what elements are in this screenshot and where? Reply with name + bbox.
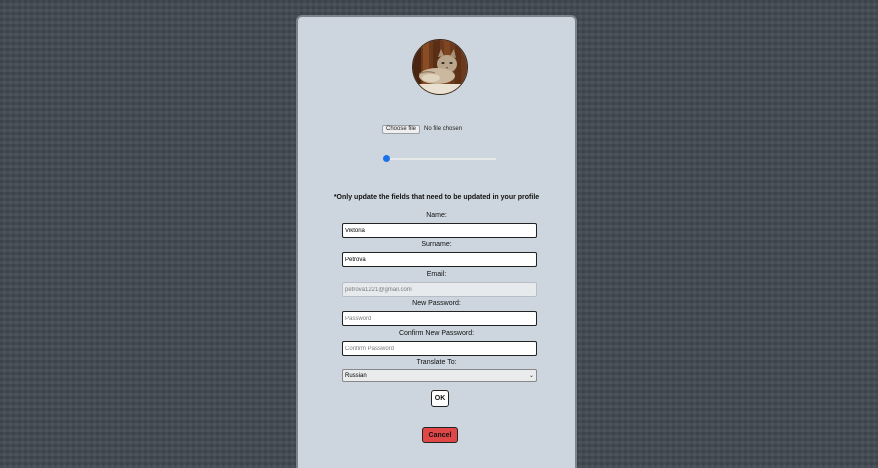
translate-label: Translate To: <box>416 359 457 366</box>
cancel-button[interactable]: Cancel <box>422 427 458 443</box>
translate-select[interactable]: Russian ⌄ <box>342 369 537 382</box>
surname-input[interactable] <box>342 252 537 267</box>
profile-avatar <box>412 39 468 95</box>
cat-photo-image <box>413 40 467 94</box>
slider-thumb[interactable] <box>383 155 390 162</box>
name-label: Name: <box>426 212 447 219</box>
slider-track <box>383 158 496 160</box>
surname-label: Surname: <box>421 241 452 248</box>
zoom-slider[interactable] <box>383 155 496 163</box>
ok-button[interactable]: OK <box>431 390 449 407</box>
name-input[interactable] <box>342 223 537 238</box>
email-input <box>342 282 537 297</box>
update-notice: *Only update the fields that need to be … <box>333 194 540 201</box>
choose-file-button[interactable]: Choose file <box>382 124 421 134</box>
translate-selected-value: Russian <box>345 372 367 379</box>
file-upload: Choose file No file chosen <box>382 124 462 134</box>
confirm-password-label: Confirm New Password: <box>398 330 475 337</box>
profile-panel: Choose file No file chosen *Only update … <box>296 15 577 468</box>
confirm-password-input[interactable] <box>342 341 537 356</box>
file-status-text: No file chosen <box>424 126 463 132</box>
new-password-label: New Password: <box>412 300 461 307</box>
email-label: Email: <box>426 271 447 278</box>
chevron-down-icon: ⌄ <box>528 373 534 379</box>
new-password-input[interactable] <box>342 311 537 326</box>
